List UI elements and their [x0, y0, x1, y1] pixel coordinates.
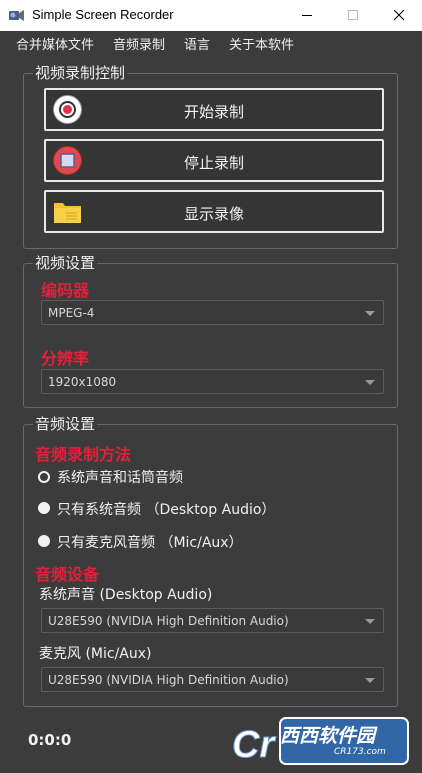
record-control-title: 视频录制控制 — [33, 64, 128, 82]
chevron-down-icon — [365, 619, 375, 624]
resolution-value: 1920x1080 — [48, 375, 117, 389]
close-icon — [394, 10, 405, 21]
svg-text:Cr: Cr — [232, 724, 276, 766]
menu-merge-media[interactable]: 合并媒体文件 — [16, 34, 94, 53]
watermark-sub: CR173.com — [334, 747, 386, 757]
show-recording-button[interactable]: 显示录像 — [44, 190, 384, 233]
menu-bar: 合并媒体文件 音频录制 语言 关于本软件 — [0, 31, 422, 55]
minimize-button[interactable] — [284, 0, 330, 31]
maximize-button[interactable] — [330, 0, 376, 31]
audio-device-label: 音频设备 — [35, 565, 100, 584]
radio-mic-only[interactable] — [38, 535, 50, 547]
system-audio-select[interactable]: U28E590 (NVIDIA High Definition Audio) — [41, 608, 384, 633]
recording-time: 0:0:0 — [28, 731, 72, 749]
system-audio-label: 系统声音 (Desktop Audio) — [39, 587, 213, 603]
radio-system-only-label: 只有系统音频 （Desktop Audio） — [57, 502, 276, 518]
audio-settings-title: 音频设置 — [33, 415, 98, 433]
show-recording-label: 显示录像 — [183, 205, 244, 223]
radio-system-and-mic-label: 系统声音和话筒音频 — [57, 470, 183, 486]
start-record-label: 开始录制 — [183, 103, 244, 121]
video-settings-title: 视频设置 — [33, 254, 98, 272]
maximize-icon — [348, 10, 358, 20]
resolution-label: 分辨率 — [41, 349, 90, 368]
menu-about[interactable]: 关于本软件 — [229, 34, 294, 53]
window-title: Simple Screen Recorder — [32, 7, 174, 22]
mic-label: 麦克风 (Mic/Aux) — [39, 646, 152, 662]
resolution-select[interactable]: 1920x1080 — [41, 369, 384, 394]
chevron-down-icon — [365, 380, 375, 385]
close-button[interactable] — [376, 0, 422, 31]
menu-language[interactable]: 语言 — [184, 34, 210, 53]
chevron-down-icon — [365, 678, 375, 683]
chevron-down-icon — [365, 311, 375, 316]
title-bar: Simple Screen Recorder — [0, 0, 422, 31]
codec-select[interactable]: MPEG-4 — [41, 300, 384, 325]
radio-system-only[interactable] — [38, 502, 50, 514]
system-audio-value: U28E590 (NVIDIA High Definition Audio) — [48, 614, 289, 628]
stop-record-button[interactable]: 停止录制 — [44, 139, 384, 182]
start-record-button[interactable]: 开始录制 — [44, 88, 384, 131]
mic-value: U28E590 (NVIDIA High Definition Audio) — [48, 673, 289, 687]
stop-record-label: 停止录制 — [183, 154, 244, 172]
watermark-text: 西西软件园 — [280, 725, 376, 747]
minimize-icon — [302, 15, 312, 16]
radio-mic-only-label: 只有麦克风音频 （Mic/Aux） — [57, 535, 243, 551]
app-icon — [8, 7, 25, 24]
codec-label: 编码器 — [41, 281, 90, 300]
mic-select[interactable]: U28E590 (NVIDIA High Definition Audio) — [41, 667, 384, 692]
codec-value: MPEG-4 — [48, 306, 95, 320]
menu-audio-record[interactable]: 音频录制 — [113, 34, 165, 53]
radio-system-and-mic[interactable] — [38, 471, 50, 483]
audio-method-label: 音频录制方法 — [35, 445, 132, 464]
watermark-logo: Cr 西西软件园 CR173.com — [226, 715, 412, 769]
